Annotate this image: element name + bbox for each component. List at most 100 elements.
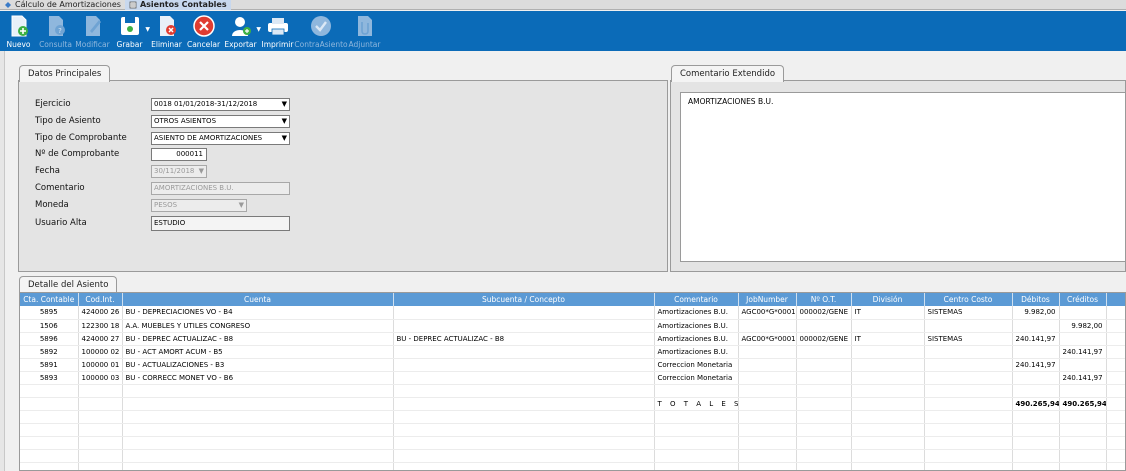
table-cell[interactable] <box>738 371 797 385</box>
comentario-extendido-textarea[interactable]: AMORTIZACIONES B.U. <box>680 92 1126 262</box>
tipo-comprobante-select[interactable]: ASIENTO DE AMORTIZACIONES ▼ <box>151 132 290 145</box>
table-cell[interactable] <box>851 345 925 359</box>
table-cell[interactable] <box>796 345 852 359</box>
modificar-button[interactable]: Modificar <box>74 11 111 51</box>
table-cell[interactable] <box>1059 358 1107 372</box>
comentario-extendido-tab[interactable]: Comentario Extendido <box>671 65 785 82</box>
table-cell[interactable] <box>1012 371 1060 385</box>
usuario-alta-input[interactable]: ESTUDIO <box>151 216 290 231</box>
adjuntar-button[interactable]: Adjuntar <box>346 11 383 51</box>
table-cell[interactable] <box>393 345 655 359</box>
table-cell[interactable]: BU - DEPRECIACIONES VO - B4 <box>122 306 394 320</box>
column-header[interactable]: Nº O.T. <box>796 293 852 306</box>
tab-asientos-contables[interactable]: Asientos Contables <box>124 0 231 10</box>
eliminar-button[interactable]: Eliminar <box>148 11 185 51</box>
table-cell[interactable]: 240.141,97 <box>1012 358 1060 372</box>
table-cell[interactable]: Correccion Monetaria <box>654 371 739 385</box>
table-cell[interactable]: AGC00*G*0001 <box>738 332 797 346</box>
table-cell[interactable] <box>738 319 797 333</box>
table-cell[interactable]: Correccion Monetaria <box>654 358 739 372</box>
table-cell[interactable]: 122300 18 <box>78 319 123 333</box>
table-cell[interactable]: 100000 01 <box>78 358 123 372</box>
table-cell[interactable]: 5895 <box>20 306 79 320</box>
table-cell[interactable]: 9.982,00 <box>1059 319 1107 333</box>
table-cell[interactable] <box>738 345 797 359</box>
tab-calculo-amortizaciones[interactable]: Cálculo de Amortizaciones <box>0 0 125 10</box>
table-cell[interactable] <box>1059 306 1107 320</box>
table-cell[interactable]: Amortizaciones B.U. <box>654 306 739 320</box>
column-header[interactable]: Centro Costo <box>924 293 1013 306</box>
contraasiento-button[interactable]: ContraAsiento <box>294 11 348 51</box>
tipo-asiento-select[interactable]: OTROS ASIENTOS ▼ <box>151 115 290 128</box>
table-cell[interactable]: 5892 <box>20 345 79 359</box>
table-cell[interactable]: Amortizaciones B.U. <box>654 319 739 333</box>
table-cell[interactable]: IT <box>851 332 925 346</box>
table-cell[interactable]: BU - ACTUALIZACIONES - B3 <box>122 358 394 372</box>
column-header[interactable]: Comentario <box>654 293 739 306</box>
table-cell[interactable]: BU - ACT AMORT ACUM - B5 <box>122 345 394 359</box>
table-cell[interactable]: 000002/GENE <box>796 306 852 320</box>
cancelar-button[interactable]: Cancelar <box>185 11 222 51</box>
grabar-button[interactable]: Grabar ▼ <box>111 11 150 51</box>
table-cell[interactable]: 424000 27 <box>78 332 123 346</box>
table-cell[interactable] <box>796 358 852 372</box>
comentario-input[interactable]: AMORTIZACIONES B.U. <box>151 182 290 195</box>
table-row[interactable]: 5895 424000 26 BU - DEPRECIACIONES VO - B4… <box>20 306 1125 320</box>
fecha-picker[interactable]: 30/11/2018 ▼ <box>151 165 207 178</box>
table-cell[interactable]: 5893 <box>20 371 79 385</box>
table-cell[interactable] <box>1012 345 1060 359</box>
column-header[interactable]: Créditos <box>1059 293 1107 306</box>
table-cell[interactable]: 424000 26 <box>78 306 123 320</box>
table-cell[interactable] <box>924 358 1013 372</box>
table-cell[interactable]: 000002/GENE <box>796 332 852 346</box>
column-header[interactable]: Débitos <box>1012 293 1060 306</box>
table-row[interactable]: 5891 100000 01 BU - ACTUALIZACIONES - B3 Co… <box>20 358 1125 372</box>
table-cell[interactable] <box>393 371 655 385</box>
column-header[interactable]: Cuenta <box>122 293 394 306</box>
table-cell[interactable]: SISTEMAS <box>924 306 1013 320</box>
moneda-select[interactable]: PESOS ▼ <box>151 199 247 212</box>
column-header[interactable]: Cod.Int. <box>78 293 123 306</box>
column-header[interactable]: Cta. Contable <box>20 293 79 306</box>
table-cell[interactable] <box>851 371 925 385</box>
table-cell[interactable]: BU - DEPREC ACTUALIZAC - B8 <box>393 332 655 346</box>
table-cell[interactable] <box>851 319 925 333</box>
detalle-asiento-tab[interactable]: Detalle del Asiento <box>19 276 118 293</box>
table-cell[interactable] <box>796 371 852 385</box>
nuevo-button[interactable]: Nuevo <box>0 11 37 51</box>
table-cell[interactable] <box>1059 332 1107 346</box>
table-cell[interactable] <box>393 358 655 372</box>
table-cell[interactable]: 9.982,00 <box>1012 306 1060 320</box>
table-cell[interactable]: BU - CORRECC MONET VO - B6 <box>122 371 394 385</box>
column-header[interactable]: JobNumber <box>738 293 797 306</box>
table-cell[interactable]: 5891 <box>20 358 79 372</box>
consulta-button[interactable]: ? Consulta <box>37 11 74 51</box>
table-cell[interactable] <box>1012 319 1060 333</box>
table-cell[interactable] <box>924 345 1013 359</box>
table-cell[interactable]: 240.141,97 <box>1059 345 1107 359</box>
table-cell[interactable]: Amortizaciones B.U. <box>654 345 739 359</box>
column-header[interactable]: División <box>851 293 925 306</box>
column-header[interactable]: Subcuenta / Concepto <box>393 293 655 306</box>
datos-principales-tab[interactable]: Datos Principales <box>19 65 111 82</box>
table-cell[interactable] <box>393 319 655 333</box>
table-row[interactable]: 5896 424000 27 BU - DEPREC ACTUALIZAC - B8… <box>20 332 1125 346</box>
table-cell[interactable]: 100000 03 <box>78 371 123 385</box>
table-cell[interactable] <box>851 358 925 372</box>
table-cell[interactable]: 240.141,97 <box>1059 371 1107 385</box>
table-row[interactable]: 5892 100000 02 BU - ACT AMORT ACUM - B5 Amo… <box>20 345 1125 359</box>
table-cell[interactable] <box>738 358 797 372</box>
table-cell[interactable]: BU - DEPREC ACTUALIZAC - B8 <box>122 332 394 346</box>
nro-comprobante-input[interactable]: 000011 <box>151 148 207 161</box>
table-cell[interactable] <box>393 306 655 320</box>
table-row[interactable]: 5893 100000 03 BU - CORRECC MONET VO - B6 C… <box>20 371 1125 385</box>
exportar-button[interactable]: Exportar ▼ <box>222 11 261 51</box>
table-cell[interactable]: AGC00*G*0001 <box>738 306 797 320</box>
ejercicio-select[interactable]: 0018 01/01/2018-31/12/2018 ▼ <box>151 98 290 111</box>
table-cell[interactable] <box>796 319 852 333</box>
table-cell[interactable] <box>924 319 1013 333</box>
table-cell[interactable] <box>924 371 1013 385</box>
table-cell[interactable]: 5896 <box>20 332 79 346</box>
table-cell[interactable]: 1506 <box>20 319 79 333</box>
table-cell[interactable]: A.A. MUEBLES Y UTILES CONGRESO <box>122 319 394 333</box>
